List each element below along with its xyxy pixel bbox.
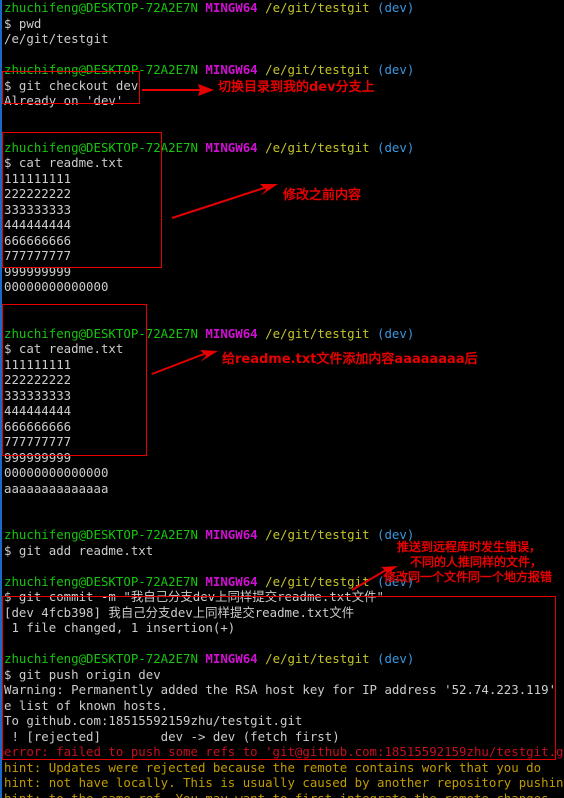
prompt-shell: MINGW64 — [205, 0, 266, 15]
prompt-path: /e/git/testgit — [265, 527, 378, 542]
hint-line: hint: to the same ref. You may want to f… — [4, 790, 549, 798]
annotation-push-error-line1: 推送到远程库时发生错误， — [397, 540, 542, 554]
prompt-path: /e/git/testgit — [265, 325, 378, 341]
command-line: $ cat readme.txt — [4, 155, 124, 170]
output-line: 999999999 — [4, 263, 72, 279]
prompt-shell: MINGW64 — [205, 62, 266, 77]
annotation-after-append: 给readme.txt文件添加内容aaaaaaaa后 — [222, 352, 478, 367]
output-line: 666666666 — [4, 232, 72, 248]
hint-line: hint: Updates were rejected because the … — [4, 759, 542, 775]
prompt-branch: (dev) — [377, 139, 415, 155]
output-line: 00000000000000 — [4, 279, 109, 294]
prompt-shell: MINGW64 — [205, 325, 266, 341]
output-line: To github.com:18515592159zhu/testgit.git — [4, 713, 303, 728]
prompt-line: zhuchifeng@DESKTOP-72A2E7N MINGW64 /e/gi… — [3, 62, 564, 78]
prompt-shell: MINGW64 — [205, 573, 266, 589]
terminal-output: zhuchifeng@DESKTOP-72A2E7N MINGW64 /e/gi… — [3, 0, 564, 798]
annotation-before-modify: 修改之前内容 — [283, 188, 362, 203]
output-line: /e/git/testgit — [4, 31, 109, 46]
prompt-path: /e/git/testgit — [265, 573, 378, 589]
prompt-branch: (dev) — [377, 651, 415, 666]
prompt-user: zhuchifeng@DESKTOP-72A2E7N — [4, 651, 206, 666]
annotation-push-error-line2: 不同的人推同样的文件， — [410, 555, 543, 569]
output-line: 00000000000000 — [4, 465, 109, 480]
prompt-path: /e/git/testgit — [265, 62, 378, 77]
output-line: 111111111 — [4, 170, 72, 186]
hint-line: hint: not have locally. This is usually … — [4, 775, 564, 790]
annotation-checkout: 切换目录到我的dev分支上 — [218, 80, 375, 95]
prompt-shell: MINGW64 — [205, 139, 266, 155]
output-line: 1 file changed, 1 insertion(+) — [4, 620, 236, 635]
output-line: 777777777 — [4, 248, 72, 263]
output-line: aaaaaaaaaaaaaa — [4, 480, 109, 496]
terminal-window[interactable]: zhuchifeng@DESKTOP-72A2E7N MINGW64 /e/gi… — [0, 0, 564, 798]
prompt-line: zhuchifeng@DESKTOP-72A2E7N MINGW64 /e/gi… — [3, 651, 564, 667]
prompt-shell: MINGW64 — [205, 651, 266, 666]
window-left-edge — [0, 0, 2, 798]
prompt-branch: (dev) — [377, 0, 415, 15]
output-line: 444444444 — [4, 403, 72, 418]
output-line: Warning: Permanently added the RSA host … — [4, 682, 564, 697]
output-line: 666666666 — [4, 418, 72, 434]
prompt-branch: (dev) — [377, 62, 415, 77]
prompt-line: zhuchifeng@DESKTOP-72A2E7N MINGW64 /e/gi… — [3, 140, 564, 156]
output-line: 444444444 — [4, 217, 72, 232]
output-line: 222222222 — [4, 372, 72, 387]
command-line: $ pwd — [4, 15, 42, 31]
prompt-user: zhuchifeng@DESKTOP-72A2E7N — [4, 139, 206, 155]
output-line: [dev 4fcb398] 我自己分支dev上同样提交readme.txt文件 — [4, 604, 355, 620]
prompt-path: /e/git/testgit — [265, 139, 378, 155]
prompt-branch: (dev) — [377, 325, 415, 341]
prompt-shell: MINGW64 — [205, 527, 266, 542]
prompt-user: zhuchifeng@DESKTOP-72A2E7N — [4, 62, 206, 77]
output-line: 333333333 — [4, 387, 72, 403]
prompt-line: zhuchifeng@DESKTOP-72A2E7N MINGW64 /e/gi… — [3, 0, 564, 16]
prompt-user: zhuchifeng@DESKTOP-72A2E7N — [4, 527, 206, 542]
error-line: error: failed to push some refs to 'git@… — [4, 744, 564, 759]
prompt-path: /e/git/testgit — [265, 651, 378, 666]
prompt-user: zhuchifeng@DESKTOP-72A2E7N — [4, 573, 206, 589]
output-line: 777777777 — [4, 434, 72, 449]
prompt-line: zhuchifeng@DESKTOP-72A2E7N MINGW64 /e/gi… — [3, 326, 564, 342]
output-line: ! [rejected] dev -> dev (fetch first) — [4, 728, 340, 744]
output-line: 999999999 — [4, 449, 72, 465]
prompt-path: /e/git/testgit — [265, 0, 378, 15]
command-line: $ git push origin dev — [4, 666, 161, 682]
annotation-push-error-line3: 修改同一个文件同一个地方报错 — [384, 570, 553, 584]
output-line: e list of known hosts. — [4, 697, 169, 713]
prompt-user: zhuchifeng@DESKTOP-72A2E7N — [4, 0, 206, 15]
command-line: $ git commit -m "我自己分支dev上同样提交readme.txt… — [4, 589, 384, 604]
prompt-user: zhuchifeng@DESKTOP-72A2E7N — [4, 325, 206, 341]
